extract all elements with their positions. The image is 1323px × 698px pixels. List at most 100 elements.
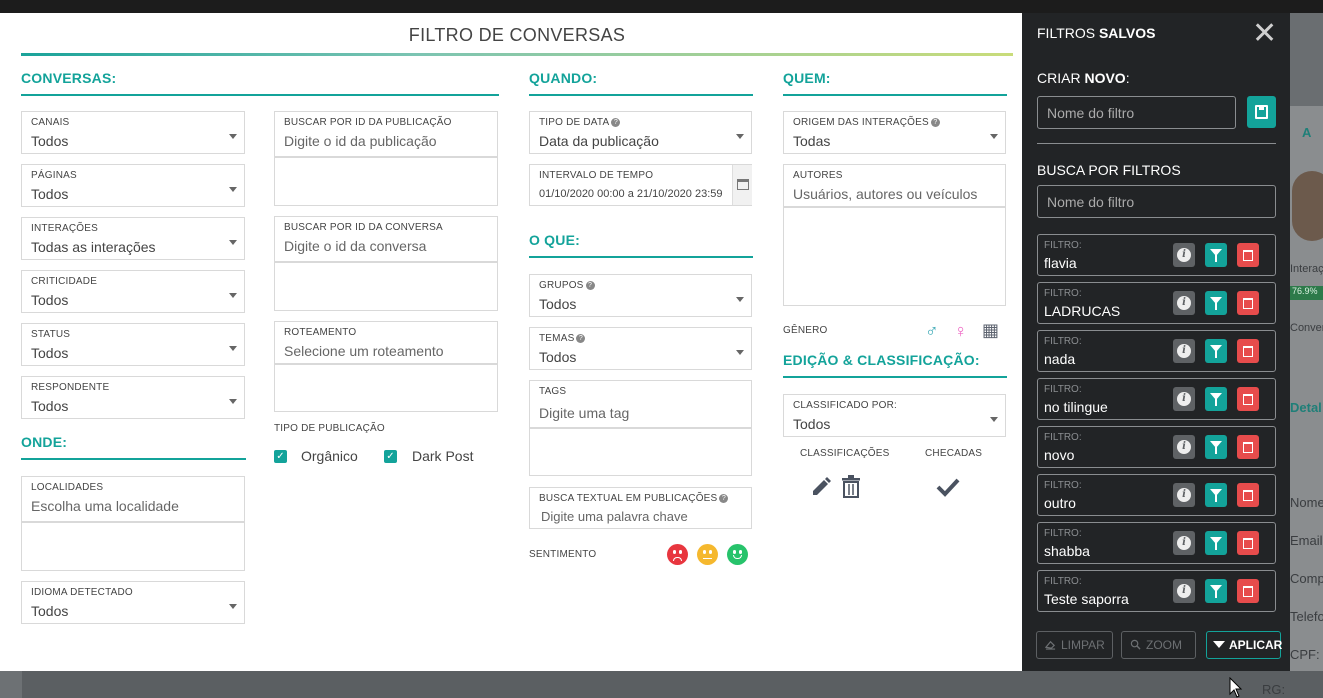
saved-filter-item[interactable]: FILTRO: outro i xyxy=(1037,474,1276,516)
sad-face-icon[interactable] xyxy=(667,544,688,565)
apply-filter-button[interactable] xyxy=(1205,435,1227,459)
info-icon: i xyxy=(1177,296,1191,310)
info-button[interactable]: i xyxy=(1173,531,1195,555)
trash-icon xyxy=(1243,442,1253,453)
intervalo-tempo-input[interactable]: INTERVALO DE TEMPO 01/10/2020 00:00 a 21… xyxy=(529,164,752,206)
help-icon[interactable]: ? xyxy=(719,493,729,503)
calendar-button[interactable] xyxy=(732,165,752,205)
panel-title: FILTROS SALVOS xyxy=(1037,25,1156,41)
apply-filter-button[interactable] xyxy=(1205,531,1227,555)
delete-filter-button[interactable] xyxy=(1237,387,1259,411)
bg-text: CPF: xyxy=(1290,647,1320,662)
organico-checkbox[interactable]: ✓ xyxy=(274,450,287,463)
trash-icon xyxy=(1243,250,1253,261)
aplicar-button[interactable]: APLICAR xyxy=(1206,631,1282,659)
info-button[interactable]: i xyxy=(1173,483,1195,507)
zoom-button[interactable]: ZOOM xyxy=(1121,631,1196,659)
field-value: Todos xyxy=(31,603,69,619)
field-label-text: ORIGEM DAS INTERAÇÕES xyxy=(793,117,929,128)
localidades-input[interactable]: LOCALIDADES Escolha uma localidade xyxy=(21,476,245,522)
saved-filter-item[interactable]: FILTRO: nada i xyxy=(1037,330,1276,372)
dark-post-checkbox[interactable]: ✓ xyxy=(384,450,397,463)
search-icon xyxy=(1130,639,1141,650)
info-button[interactable]: i xyxy=(1173,579,1195,603)
status-select[interactable]: STATUS Todos xyxy=(21,323,245,366)
save-filter-button[interactable] xyxy=(1247,96,1276,128)
conv-id-input[interactable]: BUSCAR POR ID DA CONVERSA Digite o id da… xyxy=(274,216,498,262)
canais-select[interactable]: CANAIS Todos xyxy=(21,111,245,154)
bg-text: Nome xyxy=(1290,495,1323,510)
trash-icon[interactable] xyxy=(840,475,862,499)
help-icon[interactable]: ? xyxy=(576,333,586,343)
info-button[interactable]: i xyxy=(1173,243,1195,267)
saved-filter-item[interactable]: FILTRO: no tilingue i xyxy=(1037,378,1276,420)
saved-filter-item[interactable]: FILTRO: shabba i xyxy=(1037,522,1276,564)
classificado-por-select[interactable]: CLASSIFICADO POR: Todos xyxy=(783,394,1006,437)
search-filter-input[interactable]: Nome do filtro xyxy=(1037,185,1276,218)
saved-filter-item[interactable]: FILTRO: LADRUCAS i xyxy=(1037,282,1276,324)
bg-text: Email: xyxy=(1290,533,1323,548)
delete-filter-button[interactable] xyxy=(1237,531,1259,555)
origem-select[interactable]: ORIGEM DAS INTERAÇÕES? Todas xyxy=(783,111,1006,154)
new-filter-name-input[interactable]: Nome do filtro xyxy=(1037,96,1236,129)
limpar-button[interactable]: LIMPAR xyxy=(1036,631,1113,659)
calendar-icon xyxy=(737,179,749,190)
info-button[interactable]: i xyxy=(1173,339,1195,363)
delete-filter-button[interactable] xyxy=(1237,243,1259,267)
delete-filter-button[interactable] xyxy=(1237,483,1259,507)
check-icon[interactable] xyxy=(936,477,960,497)
interacoes-select[interactable]: INTERAÇÕES Todas as interações xyxy=(21,217,245,260)
panel-title-bold: SALVOS xyxy=(1098,25,1156,41)
roteamento-select[interactable]: ROTEAMENTO Selecione um roteamento xyxy=(274,321,498,364)
info-button[interactable]: i xyxy=(1173,435,1195,459)
help-icon[interactable]: ? xyxy=(611,117,621,127)
tipo-data-select[interactable]: TIPO DE DATA? Data da publicação xyxy=(529,111,752,154)
field-value: Todas xyxy=(793,133,831,149)
checadas-label: CHECADAS xyxy=(925,448,983,459)
delete-filter-button[interactable] xyxy=(1237,339,1259,363)
delete-filter-button[interactable] xyxy=(1237,435,1259,459)
temas-select[interactable]: TEMAS? Todos xyxy=(529,327,752,370)
pencil-icon[interactable] xyxy=(810,474,834,498)
respondente-select[interactable]: RESPONDENTE Todos xyxy=(21,376,245,419)
building-icon[interactable]: ▦ xyxy=(982,320,999,340)
paginas-select[interactable]: PÁGINAS Todos xyxy=(21,164,245,207)
info-button[interactable]: i xyxy=(1173,387,1195,411)
info-button[interactable]: i xyxy=(1173,291,1195,315)
section-quando: QUANDO: xyxy=(529,70,598,86)
male-icon[interactable]: ♂ xyxy=(925,321,939,341)
apply-filter-button[interactable] xyxy=(1205,483,1227,507)
happy-face-icon[interactable] xyxy=(727,544,748,565)
section-divider xyxy=(21,458,246,460)
autores-input[interactable]: AUTORES Usuários, autores ou veículos xyxy=(783,164,1006,207)
female-icon[interactable]: ♀ xyxy=(954,321,968,341)
criticidade-select[interactable]: CRITICIDADE Todos xyxy=(21,270,245,313)
tags-input[interactable]: TAGS Digite uma tag xyxy=(529,380,752,428)
saved-filter-item[interactable]: FILTRO: novo i xyxy=(1037,426,1276,468)
apply-filter-button[interactable] xyxy=(1205,387,1227,411)
apply-filter-button[interactable] xyxy=(1205,339,1227,363)
close-icon[interactable]: ✕ xyxy=(1252,19,1277,49)
apply-filter-button[interactable] xyxy=(1205,579,1227,603)
section-divider xyxy=(529,256,753,258)
filter-icon xyxy=(1210,345,1222,358)
pub-id-input[interactable]: BUSCAR POR ID DA PUBLICAÇÃO Digite o id … xyxy=(274,111,498,157)
apply-filter-button[interactable] xyxy=(1205,291,1227,315)
help-icon[interactable]: ? xyxy=(930,117,940,127)
idioma-select[interactable]: IDIOMA DETECTADO Todos xyxy=(21,581,245,624)
field-label: TEMAS? xyxy=(539,333,586,344)
help-icon[interactable]: ? xyxy=(585,280,595,290)
neutral-face-icon[interactable] xyxy=(697,544,718,565)
saved-filter-item[interactable]: FILTRO: flavia i xyxy=(1037,234,1276,276)
field-placeholder: Digite o id da publicação xyxy=(284,133,437,149)
field-placeholder: Selecione um roteamento xyxy=(284,343,444,359)
apply-filter-button[interactable] xyxy=(1205,243,1227,267)
classificacoes-label: CLASSIFICAÇÕES xyxy=(800,448,890,459)
criar-prefix: CRIAR xyxy=(1037,70,1085,86)
saved-filter-item[interactable]: FILTRO: Teste saporra i xyxy=(1037,570,1276,612)
delete-filter-button[interactable] xyxy=(1237,579,1259,603)
trash-icon xyxy=(1243,538,1253,549)
delete-filter-button[interactable] xyxy=(1237,291,1259,315)
grupos-select[interactable]: GRUPOS? Todos xyxy=(529,274,752,317)
busca-textual-input[interactable]: BUSCA TEXTUAL EM PUBLICAÇÕES? Digite uma… xyxy=(529,487,752,529)
